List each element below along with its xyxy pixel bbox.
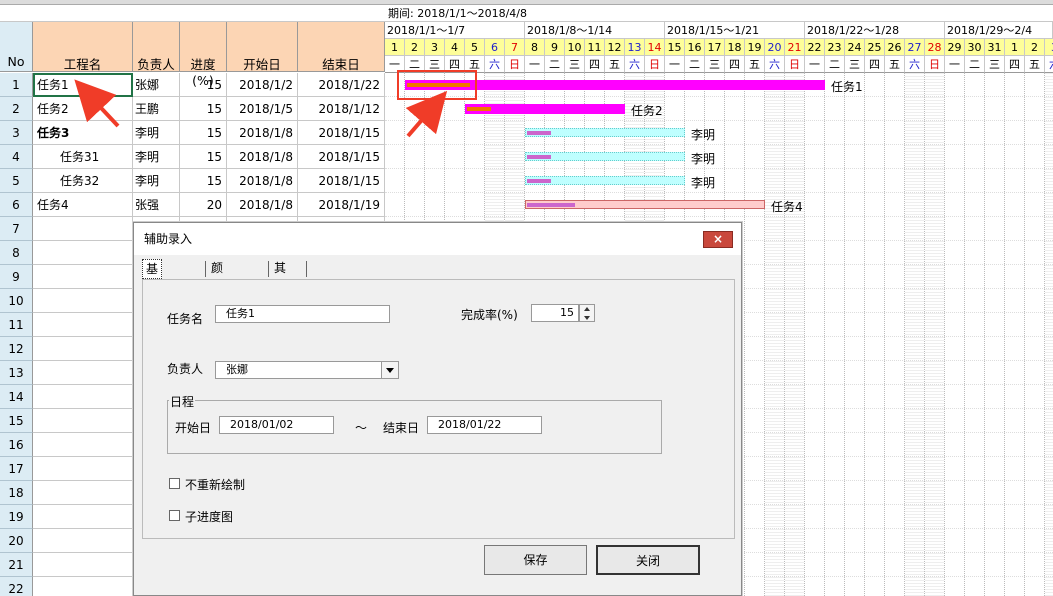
dialog-title: 辅助录入 <box>134 223 741 255</box>
highlight-box <box>397 70 477 100</box>
tab-separator <box>205 261 206 277</box>
tab-color-settings[interactable]: 颜色设定 <box>208 259 226 332</box>
arrow-to-name <box>74 79 120 128</box>
no-redraw-checkbox[interactable] <box>169 478 180 489</box>
close-button[interactable]: 关闭 <box>596 545 700 575</box>
tab-other[interactable]: 其他 <box>271 259 289 294</box>
completion-spinner[interactable] <box>579 304 595 322</box>
end-date-input[interactable]: 2018/01/22 <box>427 416 542 434</box>
spin-down-icon[interactable] <box>584 316 590 320</box>
sub-chart-label: 子进度图 <box>185 510 234 524</box>
task-name-label: 任务名 <box>167 312 204 326</box>
assist-input-dialog: 辅助录入 × 基本信息 颜色设定 其他 任务名 任务1 完成率(%) 15 负责… <box>133 222 742 596</box>
owner-label: 负责人 <box>167 362 204 376</box>
tab-separator <box>306 261 307 277</box>
range-separator: ～ <box>355 421 368 435</box>
basic-info-panel: 任务名 任务1 完成率(%) 15 负责人 张娜 日程 开始日 2018/01/… <box>142 279 735 539</box>
schedule-label: 日程 <box>169 393 196 410</box>
save-button[interactable]: 保存 <box>484 545 587 575</box>
start-date-label: 开始日 <box>175 421 212 435</box>
owner-select[interactable]: 张娜 <box>215 361 399 379</box>
no-redraw-label: 不重新绘制 <box>185 478 246 492</box>
start-date-input[interactable]: 2018/01/02 <box>219 416 334 434</box>
completion-input[interactable]: 15 <box>531 304 579 322</box>
sub-chart-checkbox[interactable] <box>169 510 180 521</box>
spin-up-icon[interactable] <box>584 307 590 311</box>
arrow-to-bar <box>405 90 448 138</box>
close-icon[interactable]: × <box>703 231 733 248</box>
chevron-down-icon[interactable] <box>381 362 398 378</box>
completion-label: 完成率(%) <box>461 308 518 322</box>
tab-basic-info[interactable]: 基本信息 <box>142 259 163 333</box>
tab-separator <box>268 261 269 277</box>
end-date-label: 结束日 <box>383 421 420 435</box>
task-name-input[interactable]: 任务1 <box>215 305 390 323</box>
